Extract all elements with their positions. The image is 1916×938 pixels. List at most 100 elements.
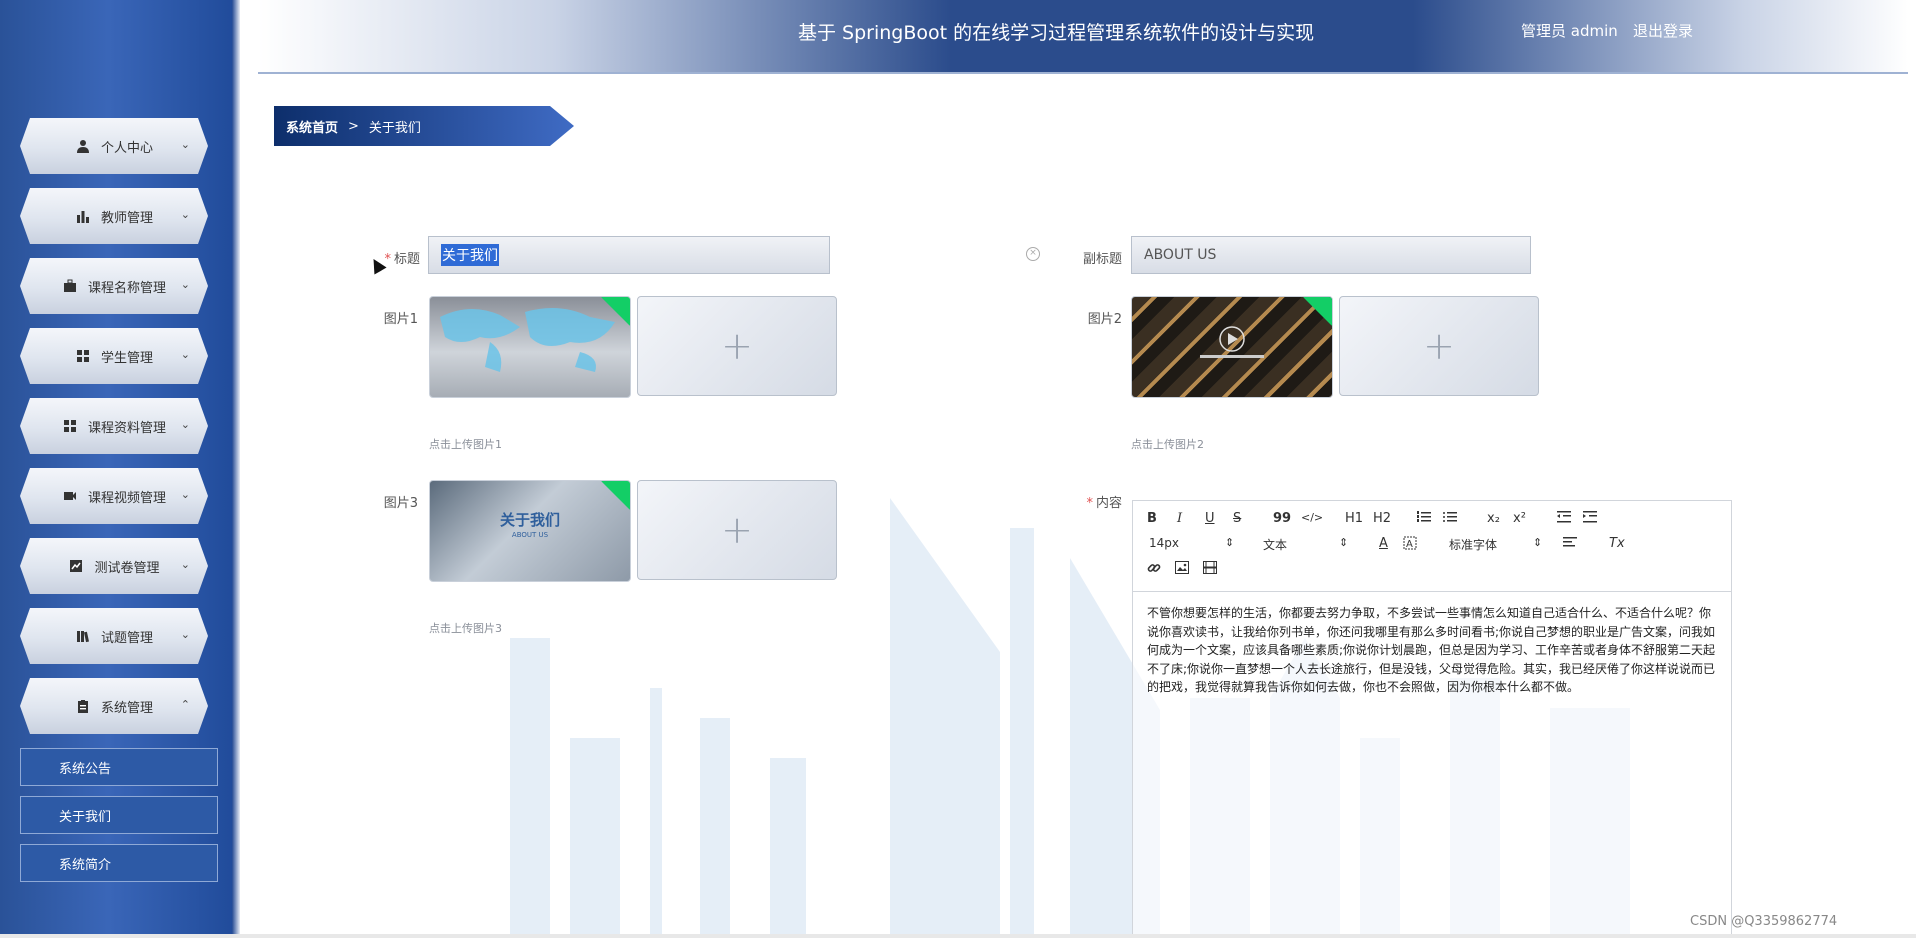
- sidebar-item-course-name[interactable]: 课程名称管理 ⌄: [20, 258, 208, 314]
- pic3-image-text: 关于我们: [499, 511, 560, 529]
- bottom-strip: [0, 934, 1916, 938]
- subtitle-input[interactable]: ABOUT US: [1131, 236, 1531, 274]
- briefcase-icon: [62, 278, 78, 294]
- pic1-hint[interactable]: 点击上传图片1: [429, 436, 502, 452]
- title-input-value: 关于我们: [441, 244, 499, 266]
- svg-text:A: A: [1406, 539, 1413, 550]
- bar-chart-icon: [75, 208, 91, 224]
- sidebar-item-test-paper[interactable]: 测试卷管理 ⌄: [20, 538, 208, 594]
- sidebar-menu: 个人中心 ⌄ 教师管理 ⌄ 课程名称管理 ⌄ 学生管理 ⌄ 课程资料管理 ⌄ 课…: [20, 118, 208, 748]
- pic1-upload-button[interactable]: +: [637, 296, 837, 396]
- editor-content[interactable]: 不管你想要怎样的生活，你都要去努力争取，不多尝试一些事情怎么知道自己适合什么、不…: [1133, 592, 1731, 709]
- pic3-hint[interactable]: 点击上传图片3: [429, 620, 502, 636]
- chevron-up-icon: ⌃: [180, 698, 190, 711]
- bullet-list-icon[interactable]: [1443, 511, 1457, 527]
- sidebar-item-label: 课程名称管理: [87, 280, 166, 296]
- pic2-label: 图片2: [1087, 312, 1122, 327]
- size-arrow-icon: ⇕: [1225, 536, 1235, 549]
- subtitle-label: 副标题: [1082, 252, 1122, 267]
- video-icon[interactable]: [1203, 561, 1217, 578]
- required-mark: *: [1086, 496, 1093, 511]
- books-icon: [75, 628, 91, 644]
- line-chart-icon: [68, 558, 84, 574]
- submenu-item-notice[interactable]: 系统公告: [20, 748, 218, 786]
- subscript-button[interactable]: x₂: [1487, 511, 1500, 526]
- code-button[interactable]: </>: [1301, 511, 1323, 524]
- sidebar-item-label: 教师管理: [100, 210, 153, 226]
- pic3-label: 图片3: [383, 496, 418, 511]
- font-size-select[interactable]: 14px: [1149, 536, 1179, 550]
- upload-success-badge: [601, 481, 630, 510]
- breadcrumb-current: 关于我们: [368, 120, 421, 136]
- sidebar-item-course-material[interactable]: 课程资料管理 ⌄: [20, 398, 208, 454]
- sidebar-item-teacher[interactable]: 教师管理 ⌄: [20, 188, 208, 244]
- world-map-image: [440, 308, 615, 372]
- h2-button[interactable]: H2: [1373, 511, 1391, 526]
- ordered-list-icon[interactable]: [1417, 511, 1431, 527]
- chevron-down-icon: ⌄: [180, 208, 190, 221]
- pic3-upload-button[interactable]: +: [637, 480, 837, 580]
- clear-format-button[interactable]: Tx: [1609, 536, 1625, 551]
- logout-link[interactable]: 退出登录: [1633, 20, 1693, 41]
- chevron-down-icon: ⌄: [180, 278, 190, 291]
- chevron-down-icon: ⌄: [180, 628, 190, 641]
- strike-button[interactable]: S: [1233, 511, 1241, 526]
- breadcrumb-separator: >: [348, 118, 359, 134]
- sidebar-item-label: 试题管理: [100, 630, 153, 646]
- sidebar-item-label: 个人中心: [100, 140, 153, 156]
- content-label-text: 内容: [1095, 496, 1122, 511]
- font-color-button[interactable]: A: [1379, 536, 1388, 551]
- superscript-button[interactable]: x²: [1513, 511, 1526, 526]
- current-user: 管理员 admin: [1521, 22, 1618, 40]
- user-icon: [75, 138, 91, 154]
- pic2-thumbnail[interactable]: [1131, 296, 1333, 398]
- pic1-thumbnail[interactable]: [429, 296, 631, 398]
- underline-button[interactable]: U: [1205, 511, 1215, 526]
- align-icon[interactable]: [1563, 536, 1577, 552]
- font-arrow-icon: ⇕: [1533, 536, 1543, 549]
- pic3-thumbnail[interactable]: 关于我们 ABOUT US: [429, 480, 631, 582]
- subtitle-input-value: ABOUT US: [1144, 247, 1217, 263]
- grid-icon: [62, 418, 78, 434]
- indent-icon[interactable]: [1583, 511, 1597, 527]
- pic1-label: 图片1: [383, 312, 418, 327]
- chevron-down-icon: ⌄: [180, 488, 190, 501]
- quote-button[interactable]: 99: [1273, 511, 1291, 526]
- submenu-item-about-us[interactable]: 关于我们: [20, 796, 218, 834]
- sidebar-item-student[interactable]: 学生管理 ⌄: [20, 328, 208, 384]
- sidebar-item-system[interactable]: 系统管理 ⌃: [20, 678, 208, 734]
- chevron-down-icon: ⌄: [180, 418, 190, 431]
- italic-button[interactable]: I: [1177, 511, 1182, 526]
- clear-icon[interactable]: ×: [1026, 247, 1040, 261]
- link-icon[interactable]: [1147, 561, 1161, 579]
- grid-icon: [75, 348, 91, 364]
- watermark: CSDN @Q3359862774: [1690, 914, 1838, 929]
- top-header: 基于 SpringBoot 的在线学习过程管理系统软件的设计与实现 管理员 ad…: [258, 0, 1908, 74]
- title-input[interactable]: 关于我们: [428, 236, 830, 274]
- breadcrumb: 系统首页 > 关于我们: [274, 106, 574, 146]
- app-title: 基于 SpringBoot 的在线学习过程管理系统软件的设计与实现: [798, 22, 1315, 44]
- background-color-icon[interactable]: A: [1403, 536, 1417, 554]
- sidebar-item-label: 学生管理: [100, 350, 153, 366]
- submenu-item-intro[interactable]: 系统简介: [20, 844, 218, 882]
- bold-button[interactable]: B: [1147, 511, 1157, 526]
- sidebar-item-label: 系统管理: [100, 700, 153, 716]
- text-type-select[interactable]: 文本: [1263, 536, 1287, 553]
- chevron-down-icon: ⌄: [180, 348, 190, 361]
- font-family-select[interactable]: 标准字体: [1449, 536, 1497, 553]
- pic2-upload-button[interactable]: +: [1339, 296, 1539, 396]
- sidebar-item-course-video[interactable]: 课程视频管理 ⌄: [20, 468, 208, 524]
- breadcrumb-home[interactable]: 系统首页: [286, 117, 338, 136]
- image-icon[interactable]: [1175, 561, 1189, 578]
- outdent-icon[interactable]: [1557, 511, 1571, 527]
- system-submenu: 系统公告 关于我们 系统简介: [20, 748, 218, 892]
- sidebar: 个人中心 ⌄ 教师管理 ⌄ 课程名称管理 ⌄ 学生管理 ⌄ 课程资料管理 ⌄ 课…: [0, 0, 240, 938]
- content-label: * 内容: [1060, 492, 1122, 511]
- sidebar-item-personal-center[interactable]: 个人中心 ⌄: [20, 118, 208, 174]
- h1-button[interactable]: H1: [1345, 511, 1363, 526]
- sidebar-item-question[interactable]: 试题管理 ⌄: [20, 608, 208, 664]
- pic2-hint[interactable]: 点击上传图片2: [1131, 436, 1204, 452]
- clipboard-icon: [75, 698, 91, 714]
- sidebar-item-label: 课程视频管理: [87, 490, 166, 506]
- video-camera-icon: [62, 488, 78, 504]
